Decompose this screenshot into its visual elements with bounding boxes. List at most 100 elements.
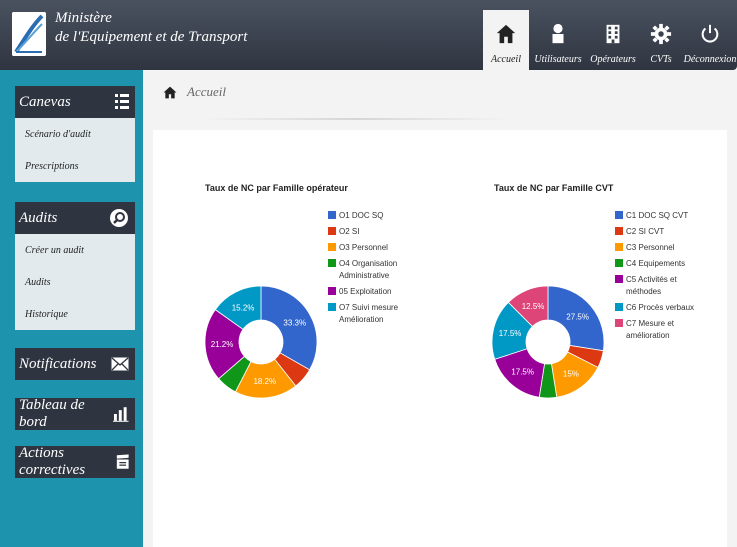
breadcrumb-label[interactable]: Accueil xyxy=(187,84,226,100)
chart2-legend-item-2[interactable]: C3 Personnel xyxy=(615,242,705,254)
chart2-legend-item-3[interactable]: C4 Equipements xyxy=(615,258,705,270)
chart1-legend-item-0[interactable]: O1 DOC SQ xyxy=(328,210,418,222)
chart1-legend-item-2[interactable]: O3 Personnel xyxy=(328,242,418,254)
nav-cvts-label: CVTs xyxy=(650,54,672,65)
list-icon xyxy=(115,94,129,109)
chart1-legend-swatch-0 xyxy=(328,211,336,219)
chart2-donut: 27.5% 15% 17.5% 17.5% 12.5% xyxy=(492,285,604,399)
chart2-legend: C1 DOC SQ CVT C2 SI CVT C3 Personnel C4 Equ… xyxy=(615,210,705,346)
sidebar-actions-title: Actions correctives xyxy=(19,445,86,478)
chart1-legend-label-1: O2 SI xyxy=(339,227,360,236)
nav-operateurs[interactable]: Opérateurs xyxy=(587,10,639,70)
gear-icon xyxy=(650,23,672,45)
nav-utilisateurs-label: Utilisateurs xyxy=(534,54,582,65)
top-header: Ministère de l'Equipement et de Transpor… xyxy=(0,0,737,70)
sidebar-canevas-title: Canevas xyxy=(19,93,71,110)
chart2-legend-swatch-2 xyxy=(615,243,623,251)
chart1-slice-label-4: 21.2% xyxy=(211,340,234,349)
chart2-legend-item-1[interactable]: C2 SI CVT xyxy=(615,226,705,238)
chart2-legend-swatch-0 xyxy=(615,211,623,219)
chart2-legend-swatch-1 xyxy=(615,227,623,235)
sidebar-actions-correctives[interactable]: Actions correctives xyxy=(15,445,135,478)
nav-utilisateurs[interactable]: Utilisateurs xyxy=(529,10,587,70)
chart2-slice-label-6: 12.5% xyxy=(522,302,545,311)
chart2-legend-swatch-5 xyxy=(615,303,623,311)
app-title: Ministère de l'Equipement et de Transpor… xyxy=(55,9,247,47)
chart2-title: Taux de NC par Famille CVT xyxy=(494,183,614,193)
chart1-legend-item-3[interactable]: O4 Organisation Administrative xyxy=(328,258,418,282)
chart2-legend-swatch-4 xyxy=(615,275,623,283)
magnifier-icon xyxy=(110,209,128,227)
sidebar-tableau-title: Tableau de bord xyxy=(19,397,85,430)
chart2-legend-swatch-3 xyxy=(615,259,623,267)
bar-chart-icon xyxy=(113,407,129,422)
chart1-legend-label-4: 05 Exploitation xyxy=(339,287,392,296)
sidebar-tableau-de-bord[interactable]: Tableau de bord xyxy=(15,397,135,430)
chart1-slice-label-2: 18.2% xyxy=(253,377,276,386)
chart2-legend-item-4[interactable]: C5 Activités et méthodes xyxy=(615,274,705,298)
top-nav: Accueil Utilisateurs Opérateurs CVTs Déc… xyxy=(483,10,737,70)
sidebar-audits-title: Audits xyxy=(19,209,58,226)
power-icon xyxy=(701,24,719,43)
home-icon[interactable] xyxy=(163,86,177,99)
nav-cvts[interactable]: CVTs xyxy=(639,10,683,70)
nav-accueil-label: Accueil xyxy=(491,54,521,65)
chart1-legend: O1 DOC SQ O2 SI O3 Personnel O4 Organisatio… xyxy=(328,210,418,330)
chart1-legend-item-5[interactable]: O7 Suivi mesure Amélioration xyxy=(328,302,418,326)
chart2-slice-label-4: 17.5% xyxy=(511,368,534,377)
chart2-legend-item-5[interactable]: C6 Procès verbaux xyxy=(615,302,705,314)
sidebar-item-audits[interactable]: Audits xyxy=(15,266,135,298)
dashboard-panel: Taux de NC par Famille opérateur 33.3% 18… xyxy=(153,130,727,547)
nav-deconnexion[interactable]: Déconnexion xyxy=(683,10,737,70)
chart2-legend-label-0: C1 DOC SQ CVT xyxy=(626,211,689,220)
chart1-legend-swatch-5 xyxy=(328,303,336,311)
sidebar-canevas-menu: Scénario d'audit Prescriptions xyxy=(15,118,135,182)
sidebar-canevas-header[interactable]: Canevas xyxy=(15,86,135,118)
sidebar-audits-header[interactable]: Audits xyxy=(15,202,135,234)
chart1-legend-item-4[interactable]: 05 Exploitation xyxy=(328,286,418,298)
chart2-legend-label-1: C2 SI CVT xyxy=(626,227,665,236)
chart1-title: Taux de NC par Famille opérateur xyxy=(205,183,348,193)
chart1-legend-swatch-3 xyxy=(328,259,336,267)
app-title-line2: de l'Equipement et de Transport xyxy=(55,29,248,45)
chart1-legend-label-5: O7 Suivi mesure Amélioration xyxy=(339,303,399,324)
sidebar-item-prescriptions[interactable]: Prescriptions xyxy=(15,150,135,182)
chart2-slice-label-5: 17.5% xyxy=(499,329,522,338)
chart2-slice-label-0: 27.5% xyxy=(566,313,589,322)
ministry-logo xyxy=(12,12,46,56)
chart2-legend-item-6[interactable]: C7 Mesure et amélioration xyxy=(615,318,705,342)
user-icon xyxy=(552,23,564,44)
app-title-line1: Ministère xyxy=(55,10,112,26)
chart2-legend-label-5: C6 Procès verbaux xyxy=(626,303,695,312)
breadcrumb-divider xyxy=(200,118,510,120)
sidebar: Canevas Scénario d'audit Prescriptions A… xyxy=(0,70,143,547)
chart1-slice-0[interactable] xyxy=(260,285,318,371)
chart2-legend-label-4: C5 Activités et méthodes xyxy=(626,275,677,296)
envelope-icon xyxy=(111,357,129,371)
chart2-legend-label-2: C3 Personnel xyxy=(626,243,675,252)
sidebar-item-creer-audit[interactable]: Créer un audit xyxy=(15,234,135,266)
chart1-slice-label-5: 15.2% xyxy=(232,303,255,312)
chart1-legend-swatch-2 xyxy=(328,243,336,251)
chart1-legend-swatch-4 xyxy=(328,287,336,295)
chart1-slice-label-0: 33.3% xyxy=(283,318,306,327)
sidebar-notifications[interactable]: Notifications xyxy=(15,348,135,380)
sidebar-notifications-title: Notifications xyxy=(19,355,97,372)
chart2-legend-label-6: C7 Mesure et amélioration xyxy=(626,319,675,340)
sidebar-item-scenario-audit[interactable]: Scénario d'audit xyxy=(15,118,135,150)
breadcrumb: Accueil xyxy=(163,84,226,100)
chart1-legend-label-2: O3 Personnel xyxy=(339,243,388,252)
chart1-legend-label-3: O4 Organisation Administrative xyxy=(339,259,398,280)
chart2-slice-label-2: 15% xyxy=(563,370,579,379)
chart1-legend-label-0: O1 DOC SQ xyxy=(339,211,384,220)
chart1-legend-item-1[interactable]: O2 SI xyxy=(328,226,418,238)
nav-deconnexion-label: Déconnexion xyxy=(683,54,737,65)
chart2-legend-item-0[interactable]: C1 DOC SQ CVT xyxy=(615,210,705,222)
nav-operateurs-label: Opérateurs xyxy=(590,54,636,65)
nav-accueil[interactable]: Accueil xyxy=(483,10,529,70)
chart1-legend-swatch-1 xyxy=(328,227,336,235)
chart2-legend-swatch-6 xyxy=(615,319,623,327)
building-icon xyxy=(606,24,620,44)
sidebar-item-historique[interactable]: Historique xyxy=(15,298,135,330)
chart2-legend-label-3: C4 Equipements xyxy=(626,259,686,268)
